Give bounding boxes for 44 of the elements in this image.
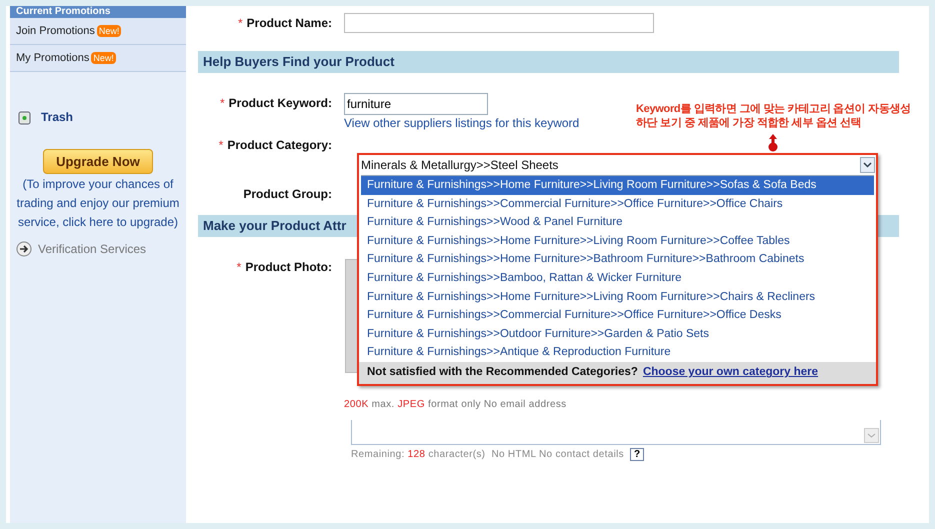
field-label: Product Photo: <box>245 259 332 276</box>
required-asterisk: * <box>220 95 225 112</box>
choose-category-link[interactable]: Choose your own category here <box>642 364 818 382</box>
sidebar-item[interactable]: Join Promotions New! <box>10 18 186 45</box>
verification-link[interactable]: Verification Services <box>38 240 146 258</box>
new-badge: New! <box>91 52 116 64</box>
trash-icon[interactable] <box>18 110 31 124</box>
section-header: Help Buyers Find your Product <box>198 51 899 73</box>
keyword-field[interactable]: furniture <box>344 93 488 115</box>
required-asterisk: * <box>218 137 224 154</box>
help-button[interactable]: ? <box>630 448 644 461</box>
field-label: Product Keyword: <box>228 95 332 112</box>
upgrade-button[interactable]: Upgrade Now <box>43 149 153 174</box>
category-option[interactable]: Furniture & Furnishings>>Wood & Panel Furniture <box>361 213 874 232</box>
sidebar-header: Current Promotions <box>10 6 186 18</box>
category-option[interactable]: Furniture & Furnishings>>Antique & Reproduction Furniture <box>361 343 874 362</box>
trash-link[interactable]: Trash <box>41 108 74 126</box>
field-label: Product Category: <box>227 137 332 154</box>
category-option[interactable]: Furniture & Furnishings>>Home Furniture>>Living Room Furniture>>Sofas & Sofa Beds <box>361 176 874 195</box>
category-option[interactable]: Furniture & Furnishings>>Commercial Furniture>>Office Furniture>>Office Chairs <box>361 194 874 214</box>
suppliers-link[interactable]: View other suppliers listings for this keyword <box>344 115 580 131</box>
required-asterisk: * <box>238 15 243 32</box>
remaining-text: Remaining: 128 character(s) No HTML No contact details <box>351 448 624 462</box>
sidebar-item[interactable]: My Promotions New! <box>10 45 186 72</box>
required-asterisk: * <box>236 259 242 276</box>
text-field[interactable] <box>344 13 654 33</box>
footer-text: Not satisfied with the Recommended Categories? <box>367 365 638 380</box>
category-dropdown[interactable] <box>357 153 878 386</box>
photo-hint: 200K max. JPEG format only No email address <box>344 398 568 412</box>
category-option[interactable]: Furniture & Furnishings>>Outdoor Furniture>>Garden & Patio Sets <box>361 324 874 344</box>
new-badge: New! <box>96 25 122 37</box>
category-option[interactable]: Furniture & Furnishings>>Home Furniture>>Living Room Furniture>>Chairs & Recliners <box>361 288 874 306</box>
pointer-arrow-icon <box>768 134 778 152</box>
field-label: Product Group: <box>243 186 332 203</box>
category-option[interactable]: Furniture & Furnishings>>Bamboo, Rattan & Wicker Furniture <box>361 268 874 288</box>
field-label: Product Name: <box>246 15 332 32</box>
selected-category: Minerals & Metallurgy>>Steel Sheets <box>361 157 558 174</box>
arrow-circle-icon <box>16 241 32 257</box>
annotation-text: Keyword를 입력하면 그에 맞는 카테고리 옵션이 자동생성 하단 보기 중 제품에 가장 적합한 세부 옵션 선택 <box>636 102 911 130</box>
section-header: Make your Product Attr <box>202 217 348 235</box>
category-option[interactable]: Furniture & Furnishings>>Home Furniture>>Living Room Furniture>>Coffee Tables <box>361 232 874 250</box>
upgrade-note[interactable]: (To improve your chances of trading and enjoy our premium service, click here to upgrade) <box>10 175 186 232</box>
category-option[interactable]: Furniture & Furnishings>>Home Furniture>>Bathroom Furniture>>Bathroom Cabinets <box>361 250 874 269</box>
category-option[interactable]: Furniture & Furnishings>>Commercial Furniture>>Office Furniture>>Office Desks <box>361 306 874 325</box>
